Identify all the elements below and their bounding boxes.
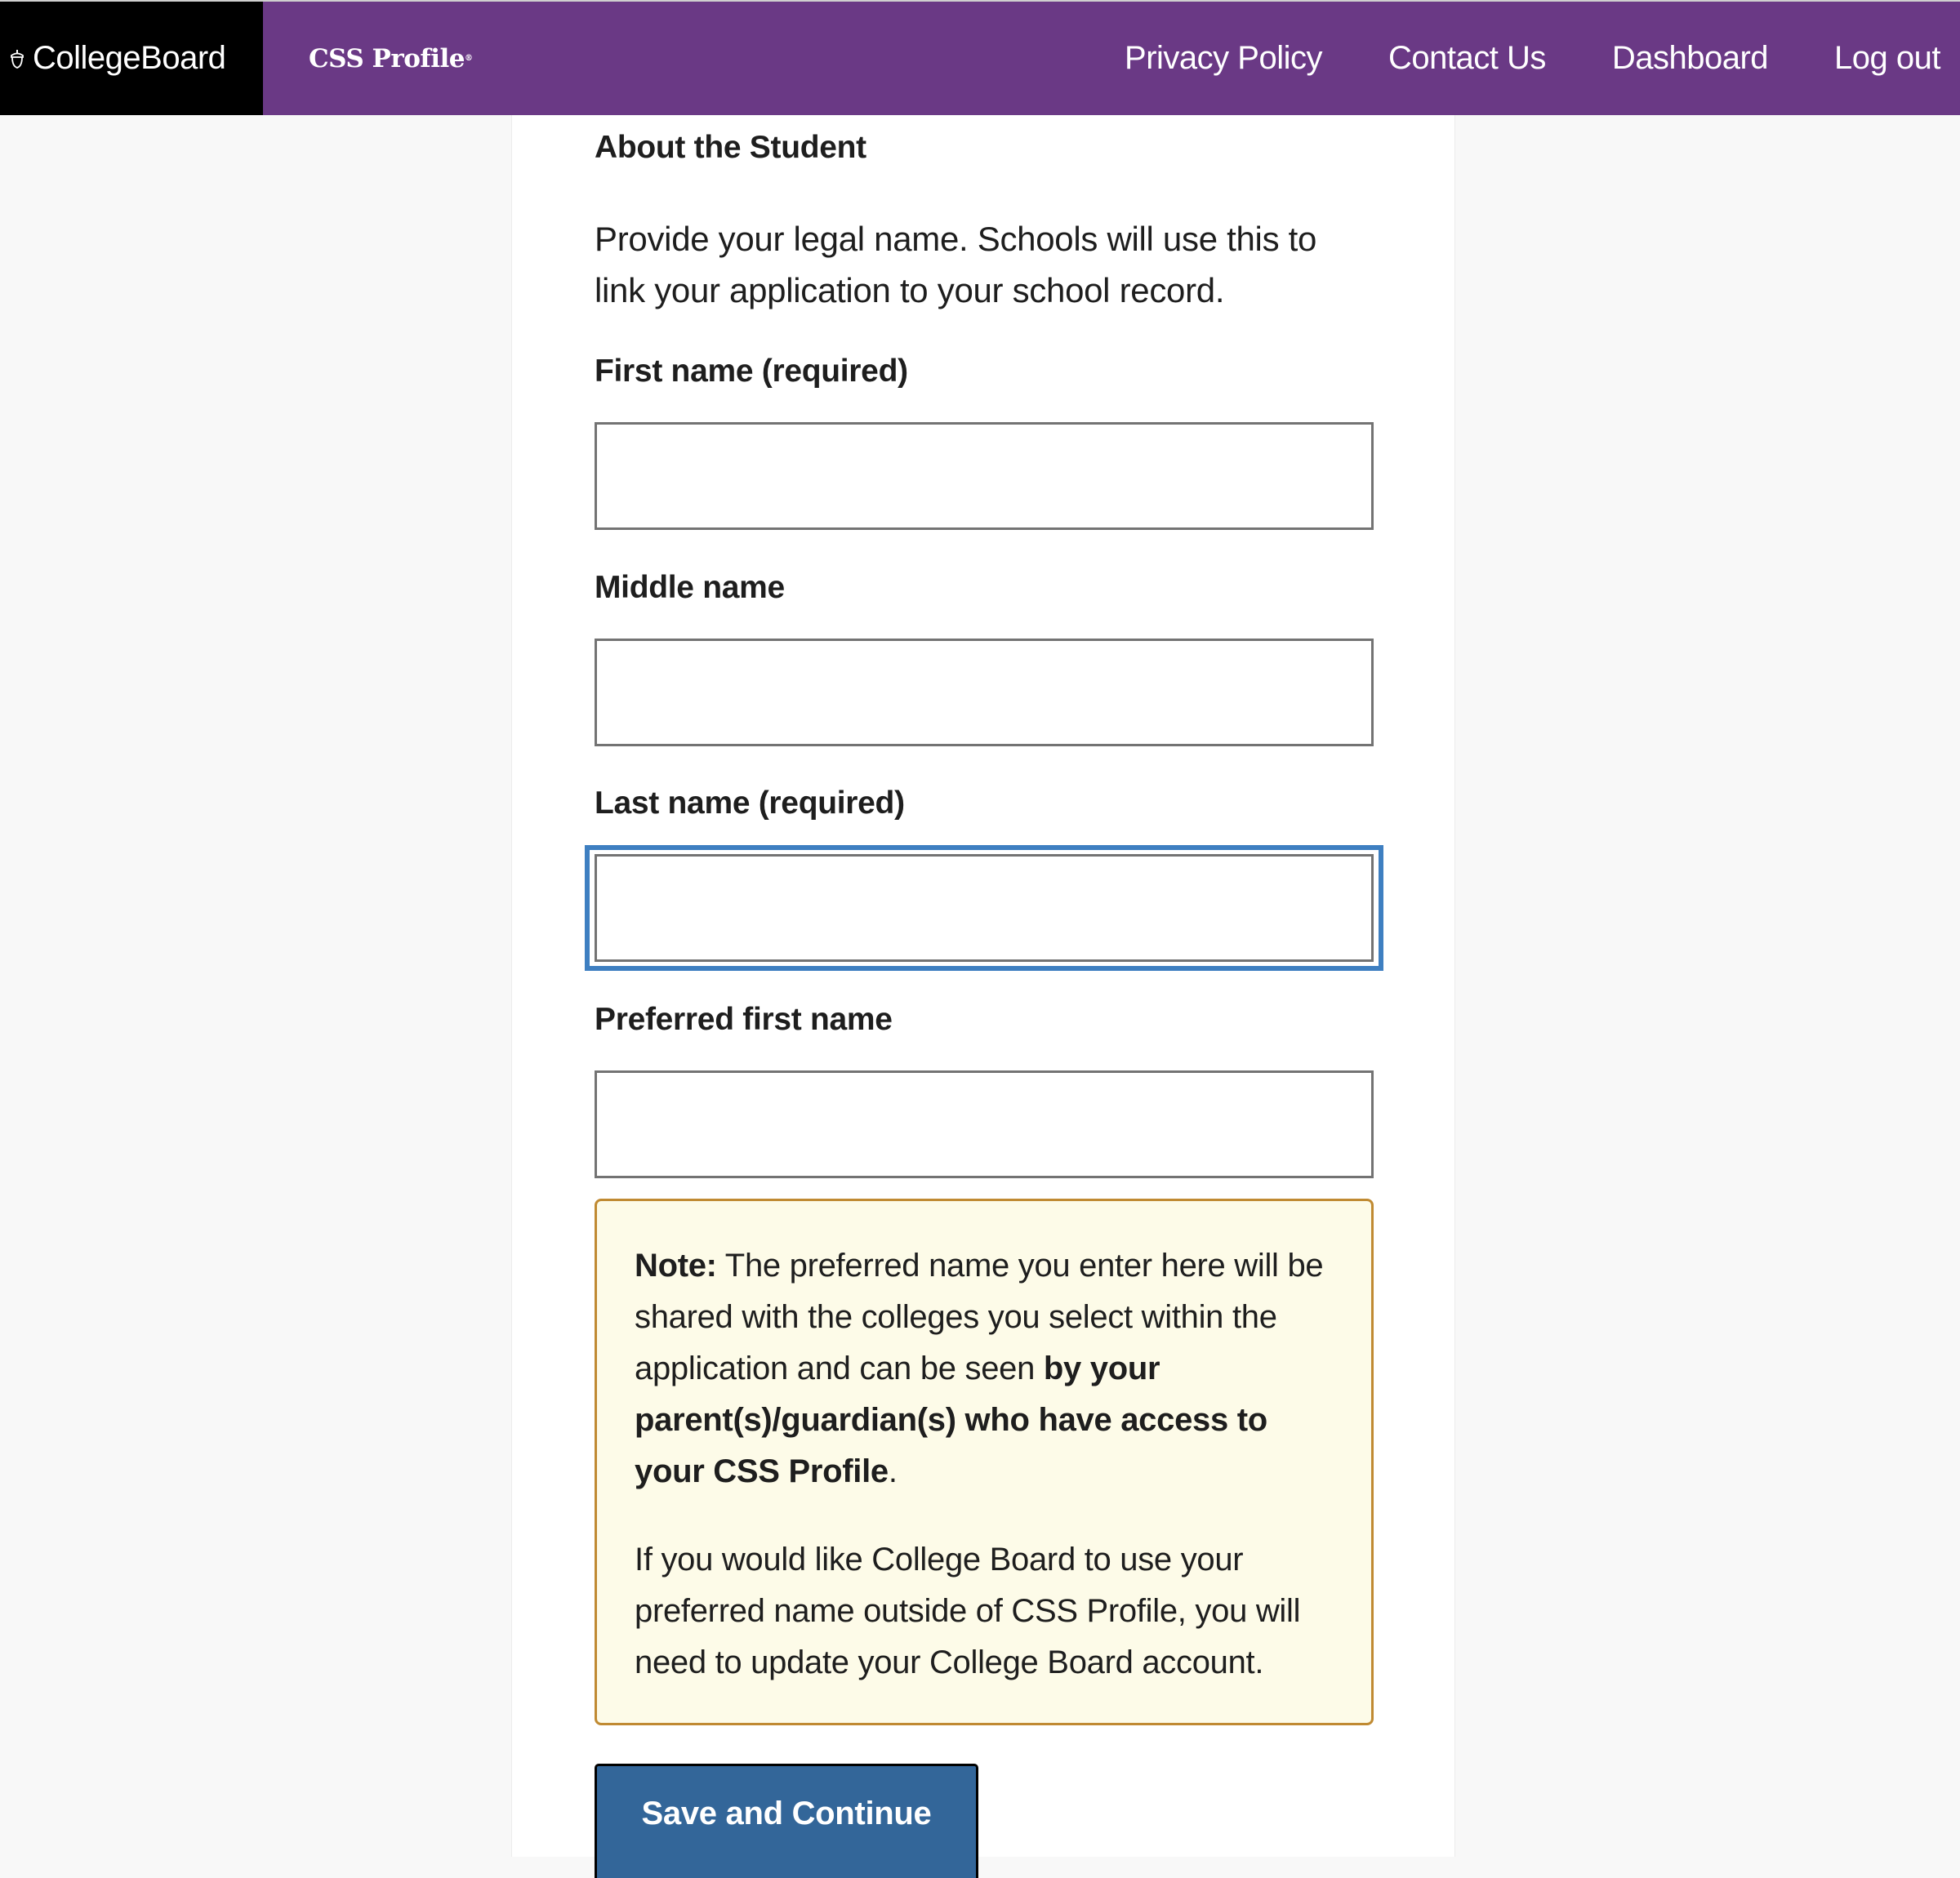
last-name-input[interactable] bbox=[595, 854, 1374, 962]
note-paragraph-1: Note: The preferred name you enter here … bbox=[635, 1240, 1334, 1498]
first-name-input[interactable] bbox=[595, 422, 1374, 530]
last-name-label: Last name (required) bbox=[595, 785, 905, 821]
note-prefix: Note: bbox=[635, 1248, 717, 1284]
preferred-name-note: Note: The preferred name you enter here … bbox=[595, 1199, 1374, 1725]
note-period: . bbox=[888, 1453, 898, 1489]
first-name-label: First name (required) bbox=[595, 354, 908, 389]
acorn-icon bbox=[11, 49, 24, 69]
header-nav: Privacy Policy Contact Us Dashboard Log … bbox=[1125, 2, 1940, 115]
intro-text: Provide your legal name. Schools will us… bbox=[595, 220, 1317, 309]
brand-name: CollegeBoard bbox=[33, 40, 226, 76]
form-card: About the Student Provide your legal nam… bbox=[511, 115, 1455, 1878]
preferred-first-name-label: Preferred first name bbox=[595, 1002, 893, 1037]
note-paragraph-2: If you would like College Board to use y… bbox=[635, 1542, 1301, 1680]
preferred-first-name-input[interactable] bbox=[595, 1070, 1374, 1178]
save-and-continue-button[interactable]: Save and Continue bbox=[595, 1764, 978, 1878]
nav-link-log-out[interactable]: Log out bbox=[1834, 40, 1940, 77]
nav-link-contact-us[interactable]: Contact Us bbox=[1388, 40, 1546, 77]
note-text: The preferred name you enter here will b… bbox=[635, 1248, 1324, 1386]
middle-name-label: Middle name bbox=[595, 570, 785, 605]
product-title: CSS Profile bbox=[309, 43, 466, 73]
collegeboard-logo[interactable]: CollegeBoard bbox=[0, 2, 263, 115]
nav-link-dashboard[interactable]: Dashboard bbox=[1612, 40, 1769, 77]
nav-link-privacy-policy[interactable]: Privacy Policy bbox=[1125, 40, 1322, 77]
middle-name-input[interactable] bbox=[595, 639, 1374, 746]
product-name[interactable]: CSS Profile ® bbox=[309, 2, 473, 115]
top-navigation-bar: CollegeBoard CSS Profile ® Privacy Policy… bbox=[0, 0, 1960, 115]
registered-mark: ® bbox=[465, 54, 473, 63]
section-title: About the Student bbox=[595, 130, 866, 165]
